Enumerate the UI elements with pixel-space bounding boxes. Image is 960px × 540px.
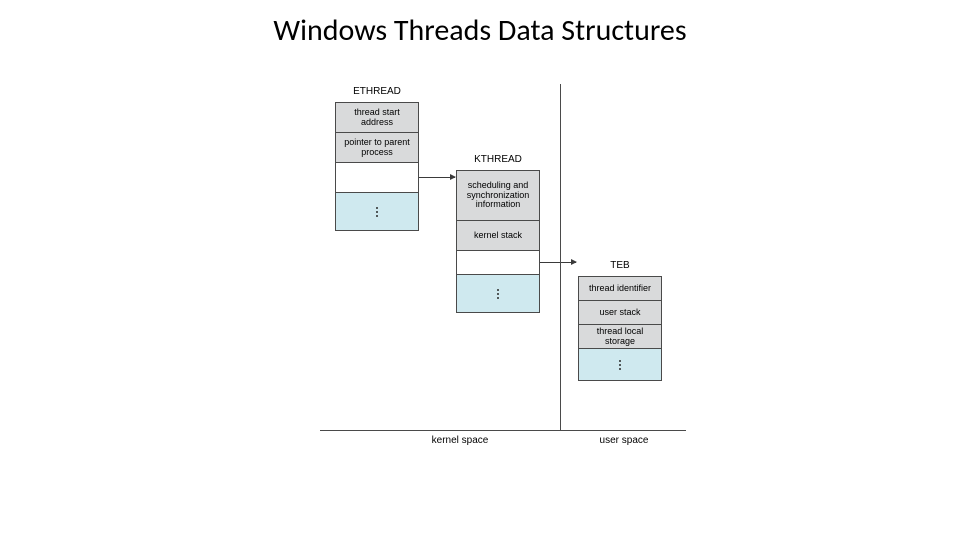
- kthread-sched-info: scheduling and synchronization informati…: [457, 171, 539, 221]
- kthread-kernel-stack: kernel stack: [457, 221, 539, 251]
- arrow-ethread-to-kthread: [419, 177, 455, 178]
- teb-column: thread identifier user stack thread loca…: [578, 276, 662, 381]
- teb-user-stack: user stack: [579, 301, 661, 325]
- ethread-start-address: thread start address: [336, 103, 418, 133]
- teb-tls: thread local storage: [579, 325, 661, 349]
- kthread-teb-slot: [457, 251, 539, 275]
- kthread-column: scheduling and synchronization informati…: [456, 170, 540, 313]
- user-space-label: user space: [584, 435, 664, 446]
- space-baseline: [320, 430, 686, 431]
- teb-label: TEB: [578, 260, 662, 271]
- kthread-label: KTHREAD: [456, 154, 540, 165]
- ethread-column: thread start address pointer to parent p…: [335, 102, 419, 231]
- ethread-label: ETHREAD: [335, 86, 419, 97]
- arrow-kthread-to-teb: [540, 262, 576, 263]
- ethread-ellipsis: [336, 193, 418, 231]
- kernel-space-label: kernel space: [410, 435, 510, 446]
- ethread-kthread-slot: [336, 163, 418, 193]
- slide-title: Windows Threads Data Structures: [0, 12, 960, 49]
- kthread-ellipsis: [457, 275, 539, 313]
- teb-ellipsis: [579, 349, 661, 381]
- ethread-parent-pointer: pointer to parent process: [336, 133, 418, 163]
- diagram: ETHREAD KTHREAD TEB thread start address…: [280, 92, 720, 492]
- space-divider: [560, 84, 561, 430]
- teb-thread-id: thread identifier: [579, 277, 661, 301]
